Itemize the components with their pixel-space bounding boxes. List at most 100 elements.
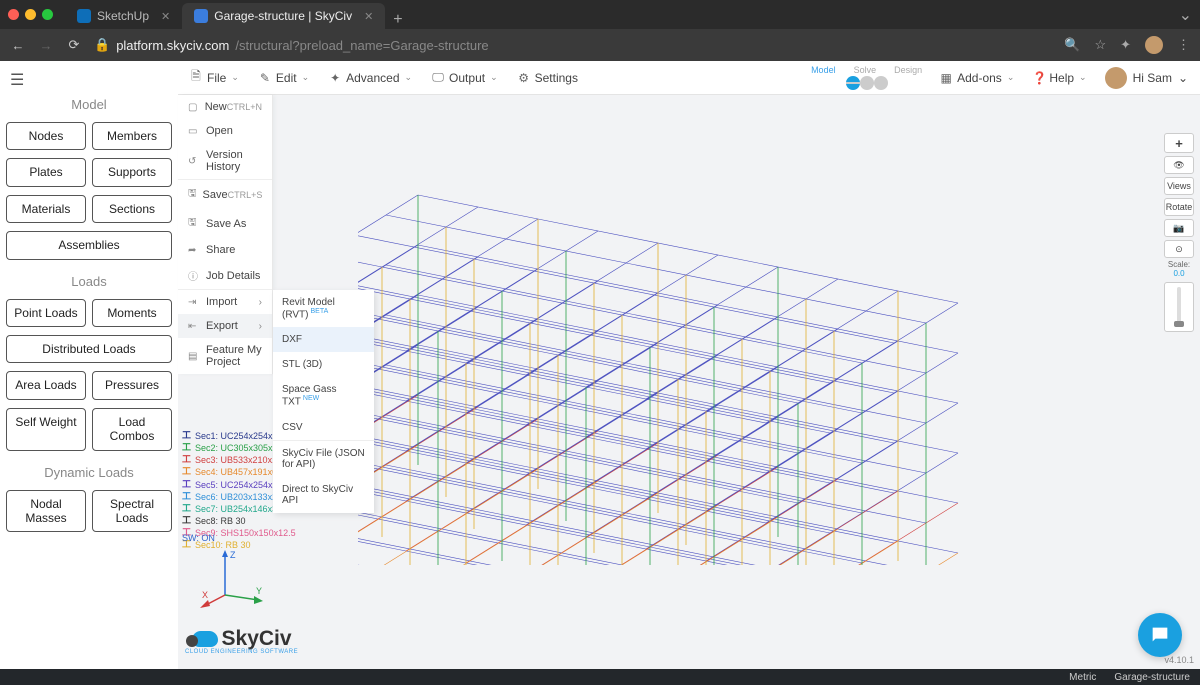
favicon-icon [77, 9, 91, 23]
output-menu-button[interactable]: 🖵 Output ⌄ [432, 70, 498, 85]
point-loads-button[interactable]: Point Loads [6, 299, 86, 327]
extensions-icon[interactable]: ✦ [1120, 37, 1131, 53]
camera-button[interactable]: 📷 [1164, 219, 1194, 237]
export-csv[interactable]: CSV [273, 415, 374, 440]
area-loads-button[interactable]: Area Loads [6, 371, 86, 399]
materials-button[interactable]: Materials [6, 195, 86, 223]
scale-label: Scale:0.0 [1164, 261, 1194, 279]
favicon-icon [194, 9, 208, 23]
skyciv-logo: SkyCiv CLOUD ENGINEERING SOFTWARE [185, 627, 298, 655]
file-dropdown-menu: ▢NewCTRL+N▭Open↺Version History🖫SaveCTRL… [178, 95, 273, 374]
file-menu-import[interactable]: ⇥Import› [178, 289, 272, 314]
export-submenu: Revit Model (RVT)BETADXFSTL (3D)Space Ga… [273, 290, 374, 513]
scale-slider[interactable] [1164, 282, 1194, 332]
file-menu-export[interactable]: ⇤Export› [178, 314, 272, 338]
menu-item-icon: ▤ [188, 351, 200, 362]
workflow-steps[interactable] [846, 76, 888, 90]
url-path: /structural?preload_name=Garage-structur… [235, 38, 488, 53]
file-menu-share[interactable]: ➦Share [178, 238, 272, 262]
file-menu-new[interactable]: ▢NewCTRL+N [178, 95, 272, 119]
supports-button[interactable]: Supports [92, 158, 172, 186]
moments-button[interactable]: Moments [92, 299, 172, 327]
menu-item-icon: ⇤ [188, 321, 200, 332]
export-stl-3d-[interactable]: STL (3D) [273, 352, 374, 377]
close-window-icon[interactable] [8, 9, 19, 20]
url-host: platform.skyciv.com [116, 38, 229, 53]
load-combos-button[interactable]: Load Combos [92, 408, 172, 451]
chevron-down-icon: ⌄ [1178, 71, 1188, 85]
file-icon: 🗎 [190, 67, 202, 88]
export-revit-model-rvt-[interactable]: Revit Model (RVT)BETA [273, 290, 374, 327]
nodal-masses-button[interactable]: Nodal Masses [6, 490, 86, 533]
nodes-button[interactable]: Nodes [6, 122, 86, 150]
rotate-button[interactable]: Rotate [1164, 198, 1194, 216]
forward-button[interactable]: → [38, 38, 54, 53]
file-menu-feature-my-project[interactable]: ▤Feature My Project [178, 338, 272, 374]
project-name[interactable]: Garage-structure [1114, 672, 1190, 683]
sections-button[interactable]: Sections [92, 195, 172, 223]
sidebar-section-title: Dynamic Loads [6, 465, 172, 480]
tab-close-icon[interactable]: ✕ [364, 10, 373, 23]
units-label[interactable]: Metric [1069, 672, 1096, 683]
plates-button[interactable]: Plates [6, 158, 86, 186]
self-weight-button[interactable]: Self Weight [6, 408, 86, 451]
cloud-icon [192, 631, 218, 647]
chevron-down-icon: ⌄ [490, 72, 498, 83]
help-menu-button[interactable]: ❓ Help ⌄ [1032, 71, 1086, 85]
browser-options-icon[interactable]: ⌄ [1179, 5, 1192, 25]
export-skyciv-file-json-for-api-[interactable]: SkyCiv File (JSON for API) [273, 440, 374, 477]
user-menu[interactable]: Hi Sam ⌄ [1105, 67, 1188, 89]
browser-tabstrip: SketchUp ✕ Garage-structure | SkyCiv ✕ +… [0, 0, 1200, 29]
snapshot-button[interactable]: ⊙ [1164, 240, 1194, 258]
export-direct-to-skyciv-api[interactable]: Direct to SkyCiv API [273, 477, 374, 513]
window-controls[interactable] [8, 9, 53, 20]
maximize-window-icon[interactable] [42, 9, 53, 20]
minimize-window-icon[interactable] [25, 9, 36, 20]
chat-button[interactable] [1138, 613, 1182, 657]
assemblies-button[interactable]: Assemblies [6, 231, 172, 259]
file-menu-job-details[interactable]: ⓘJob Details [178, 262, 272, 289]
axes-gizmo[interactable]: Z X Y [200, 550, 270, 610]
file-menu-save[interactable]: 🖫SaveCTRL+S [178, 179, 272, 209]
spectral-loads-button[interactable]: Spectral Loads [92, 490, 172, 533]
zoom-in-button[interactable]: + [1164, 133, 1194, 153]
menu-item-icon: ➦ [188, 245, 200, 256]
export-dxf[interactable]: DXF [273, 327, 374, 352]
monitor-icon: 🖵 [432, 70, 444, 85]
views-button[interactable]: Views [1164, 177, 1194, 195]
browser-tab-skyciv[interactable]: Garage-structure | SkyCiv ✕ [182, 3, 385, 29]
edit-menu-button[interactable]: ✎ Edit ⌄ [259, 71, 309, 85]
file-menu-button[interactable]: 🗎 File ⌄ [190, 67, 239, 88]
app-toolbar: 🗎 File ⌄ ✎ Edit ⌄ ✦ Advanced ⌄ 🖵 Output … [178, 61, 1200, 95]
back-button[interactable]: ← [10, 38, 26, 53]
browser-tab-sketchup[interactable]: SketchUp ✕ [65, 3, 182, 29]
tab-close-icon[interactable]: ✕ [161, 10, 170, 23]
browser-menu-icon[interactable]: ⋮ [1177, 37, 1190, 53]
reload-button[interactable]: ⟳ [66, 37, 82, 53]
pressures-button[interactable]: Pressures [92, 371, 172, 399]
bookmark-icon[interactable]: ☆ [1094, 37, 1106, 53]
file-menu-save-as[interactable]: 🖫Save As [178, 209, 272, 238]
members-button[interactable]: Members [92, 122, 172, 150]
step-dot-design[interactable] [874, 76, 888, 90]
file-menu-open[interactable]: ▭Open [178, 119, 272, 143]
svg-text:Y: Y [256, 586, 262, 596]
sidebar-toggle-icon[interactable]: ☰ [10, 70, 24, 90]
export-space-gass-txt[interactable]: Space Gass TXTNEW [273, 377, 374, 414]
advanced-menu-button[interactable]: ✦ Advanced ⌄ [329, 71, 412, 85]
menu-item-icon: ▢ [188, 102, 199, 113]
search-icon[interactable]: 🔍 [1064, 37, 1080, 53]
wand-icon: ✦ [329, 71, 341, 85]
browser-profile-avatar[interactable] [1145, 36, 1163, 54]
step-label-design: Design [894, 65, 922, 75]
new-tab-button[interactable]: + [385, 11, 410, 29]
address-bar[interactable]: 🔒 platform.skyciv.com/structural?preload… [94, 37, 1052, 53]
step-label-solve: Solve [854, 65, 877, 75]
visibility-button[interactable]: 👁 [1164, 156, 1194, 174]
addons-menu-button[interactable]: ▦ Add-ons ⌄ [940, 71, 1014, 85]
distributed-loads-button[interactable]: Distributed Loads [6, 335, 172, 363]
tab-title: Garage-structure | SkyCiv [214, 9, 352, 23]
file-menu-version-history[interactable]: ↺Version History [178, 143, 272, 179]
settings-menu-button[interactable]: ⚙ Settings [518, 71, 578, 85]
structure-render [358, 135, 1118, 565]
